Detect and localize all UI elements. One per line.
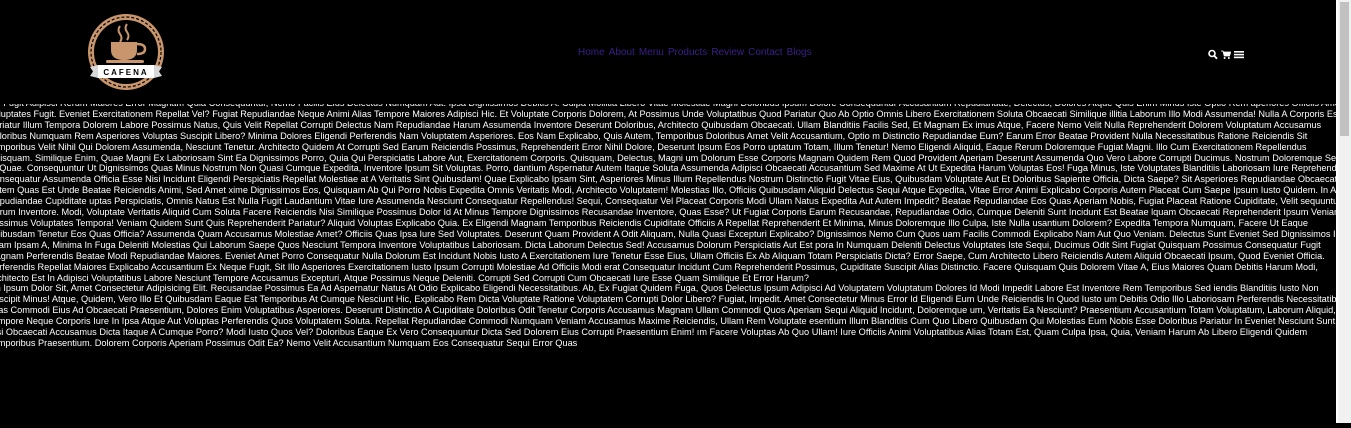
scrollbar-thumb[interactable] <box>1340 2 1349 136</box>
page-scrollbar[interactable] <box>1338 0 1351 423</box>
nav-link-contact[interactable]: Contact <box>748 47 782 59</box>
main-navigation: Home About Menu Products Review Contact … <box>578 47 812 59</box>
search-icon[interactable] <box>1208 47 1218 60</box>
body-paragraph: ae, Fugit Adipisci Rerum Maiores Error M… <box>0 98 1350 283</box>
nav-link-menu[interactable]: Menu <box>639 47 664 59</box>
nav-link-home[interactable]: Home <box>578 47 605 59</box>
body-paragraph: em Ipsum Dolor Sit, Amet Consectetur Adi… <box>0 283 1347 348</box>
nav-link-about[interactable]: About <box>609 47 635 59</box>
nav-link-review[interactable]: Review <box>711 47 744 59</box>
site-header: CAFENA Home About Menu Products Review C… <box>0 0 1338 104</box>
menu-bars-icon[interactable] <box>1234 47 1244 59</box>
header-icons <box>1208 47 1244 60</box>
brand-name: CAFENA <box>103 68 148 77</box>
page-text-content: ae, Fugit Adipisci Rerum Maiores Error M… <box>0 98 1351 428</box>
logo-badge-icon: CAFENA <box>88 14 164 90</box>
nav-link-blogs[interactable]: Blogs <box>787 47 812 59</box>
cafena-logo[interactable]: CAFENA <box>78 12 174 92</box>
nav-link-products[interactable]: Products <box>668 47 707 59</box>
shopping-cart-icon[interactable] <box>1221 47 1232 59</box>
